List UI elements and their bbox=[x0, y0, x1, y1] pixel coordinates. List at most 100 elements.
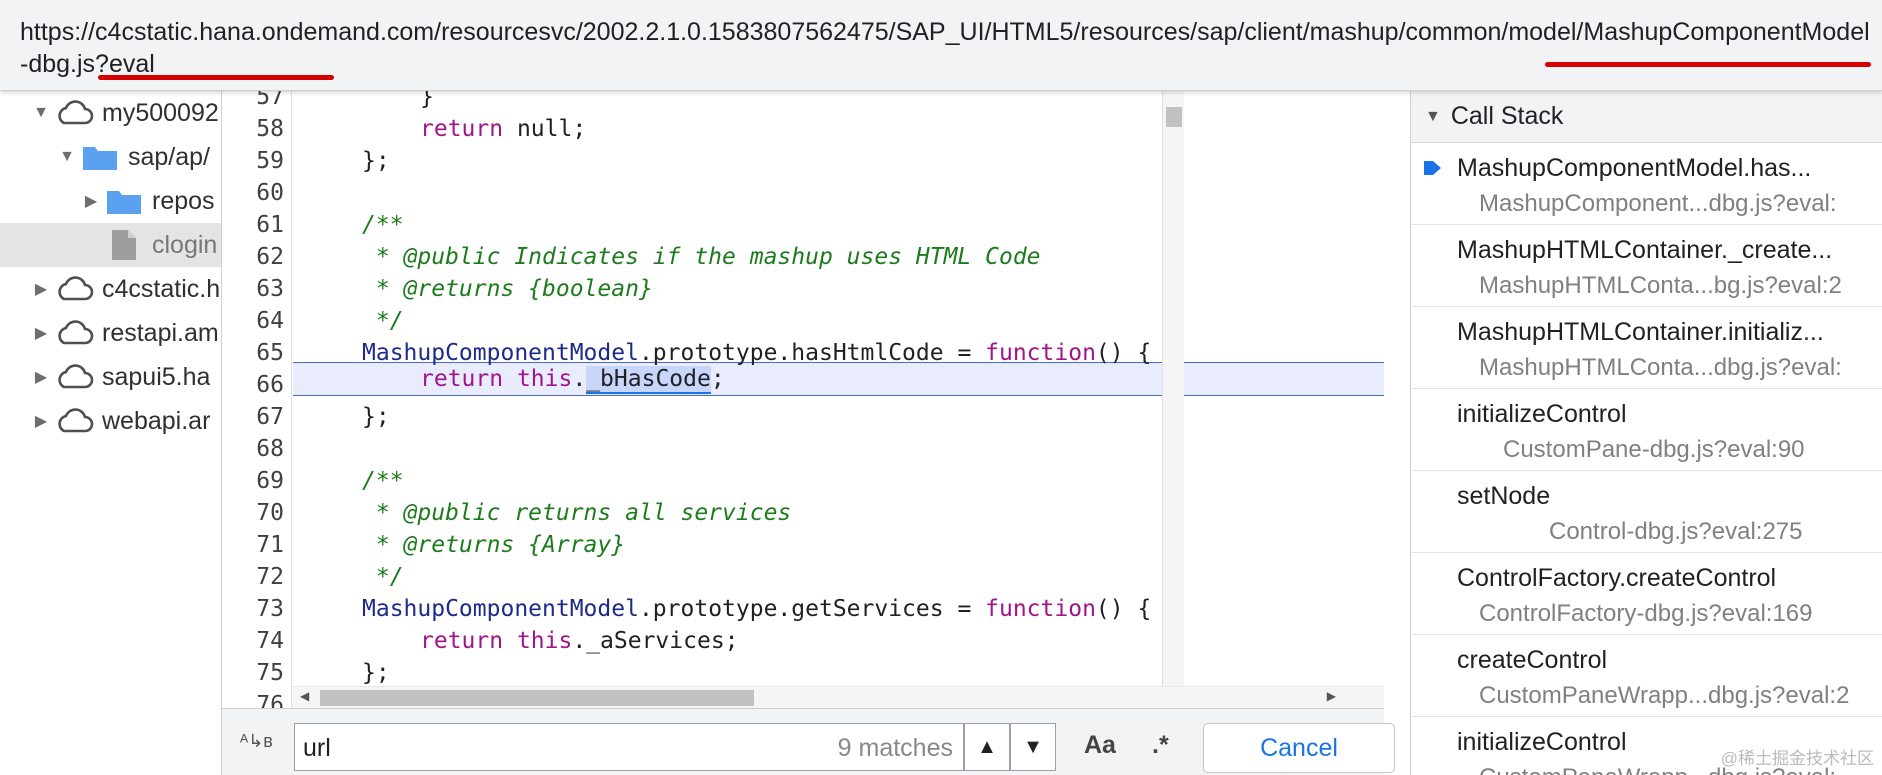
call-frame-location[interactable]: Control-dbg.js?eval:275 bbox=[1549, 518, 1803, 546]
tree-item-sapui5[interactable]: ▶ sapui5.ha bbox=[0, 355, 221, 399]
tree-item-label: restapi.am bbox=[102, 318, 219, 347]
scroll-left-icon[interactable]: ◀ bbox=[300, 689, 309, 703]
code-line-64: */ bbox=[362, 308, 404, 334]
call-frame-function: MashupHTMLContainer.initializ... bbox=[1457, 318, 1824, 346]
scroll-right-icon[interactable]: ▶ bbox=[1327, 689, 1336, 703]
tree-item-label: my500092 bbox=[102, 98, 219, 127]
call-frame-function: MashupHTMLContainer._create... bbox=[1457, 236, 1833, 264]
url-tooltip: https://c4cstatic.hana.ondemand.com/reso… bbox=[0, 0, 1882, 91]
tree-item-clogin[interactable]: clogin bbox=[0, 223, 221, 267]
collapsed-arrow-icon[interactable]: ▶ bbox=[30, 279, 52, 299]
call-frame-function: createControl bbox=[1457, 646, 1608, 674]
collapse-arrow-icon[interactable]: ▼ bbox=[1425, 108, 1441, 126]
collapsed-arrow-icon[interactable]: ▶ bbox=[80, 191, 102, 211]
call-frame-function: initializeControl bbox=[1457, 400, 1627, 428]
collapsed-arrow-icon[interactable]: ▶ bbox=[30, 367, 52, 387]
search-match-count: 9 matches bbox=[837, 734, 953, 762]
line-number[interactable]: 71 bbox=[222, 529, 284, 561]
line-number[interactable]: 66 bbox=[222, 369, 284, 401]
line-number[interactable]: 75 bbox=[222, 657, 284, 689]
replace-toggle-icon[interactable]: ᴬ↳ʙ bbox=[240, 731, 273, 752]
call-frame[interactable]: createControl CustomPaneWrapp...dbg.js?e… bbox=[1411, 636, 1882, 717]
call-frame-location[interactable]: CustomPane-dbg.js?eval:90 bbox=[1503, 436, 1805, 464]
code-line-67: }; bbox=[362, 404, 390, 430]
search-bar: ᴬ↳ʙ url 9 matches ▲ ▼ Aa .* Cancel bbox=[222, 708, 1395, 775]
search-input[interactable]: url 9 matches bbox=[294, 723, 964, 771]
next-match-button[interactable]: ▼ bbox=[1010, 723, 1056, 771]
selected-identifier[interactable]: _bHasCode bbox=[586, 366, 711, 394]
cloud-icon bbox=[52, 362, 96, 392]
line-number[interactable]: 73 bbox=[222, 593, 284, 625]
vertical-scrollbar[interactable]: ▼ bbox=[1162, 91, 1184, 708]
tree-item-label: c4cstatic.h bbox=[102, 274, 221, 303]
scrollbar-thumb[interactable] bbox=[320, 690, 754, 706]
file-icon bbox=[102, 230, 146, 260]
line-number[interactable]: 69 bbox=[222, 465, 284, 497]
call-frame-function: initializeControl bbox=[1457, 728, 1627, 756]
line-number[interactable]: 67 bbox=[222, 401, 284, 433]
call-frame[interactable]: ControlFactory.createControl ControlFact… bbox=[1411, 554, 1882, 635]
scrollbar-thumb[interactable] bbox=[1166, 107, 1182, 127]
call-frame[interactable]: MashupComponentModel.has... MashupCompon… bbox=[1411, 144, 1882, 225]
call-frame-location[interactable]: MashupComponent...dbg.js?eval: bbox=[1479, 190, 1837, 218]
expand-arrow-icon[interactable]: ▼ bbox=[56, 148, 78, 166]
code-line-59: }; bbox=[362, 148, 390, 174]
call-frame[interactable]: setNode Control-dbg.js?eval:275 bbox=[1411, 472, 1882, 553]
line-number-gutter[interactable]: 57 58 59 60 61 62 63 64 65 66 67 68 69 7… bbox=[222, 91, 292, 708]
code-line-70: * @public returns all services bbox=[362, 500, 792, 526]
tree-item-label: webapi.ar bbox=[102, 406, 211, 435]
call-frame-function: ControlFactory.createControl bbox=[1457, 564, 1777, 592]
cloud-icon bbox=[52, 274, 96, 304]
call-frame-location[interactable]: MashupHTMLConta...dbg.js?eval: bbox=[1479, 354, 1842, 382]
call-frame-location[interactable]: ControlFactory-dbg.js?eval:169 bbox=[1479, 600, 1813, 628]
tree-item-restapi[interactable]: ▶ restapi.am bbox=[0, 311, 221, 355]
file-tree-panel: ▼ my500092 ▼ sap/ap/ ▶ repos clogin ▶ c4… bbox=[0, 91, 222, 775]
line-number[interactable]: 72 bbox=[222, 561, 284, 593]
match-case-button[interactable]: Aa bbox=[1084, 731, 1116, 760]
tree-item-my500092[interactable]: ▼ my500092 bbox=[0, 91, 221, 135]
call-frame[interactable]: MashupHTMLContainer.initializ... MashupH… bbox=[1411, 308, 1882, 389]
line-number[interactable]: 65 bbox=[222, 337, 284, 369]
cancel-button[interactable]: Cancel bbox=[1203, 723, 1395, 773]
tree-item-label: sapui5.ha bbox=[102, 362, 211, 391]
line-number[interactable]: 61 bbox=[222, 209, 284, 241]
call-stack-header[interactable]: ▼ Call Stack bbox=[1411, 91, 1882, 143]
chevron-up-icon: ▲ bbox=[977, 735, 997, 758]
tree-item-repos[interactable]: ▶ repos bbox=[0, 179, 221, 223]
line-number[interactable]: 70 bbox=[222, 497, 284, 529]
call-frame-location[interactable]: MashupHTMLConta...bg.js?eval:2 bbox=[1479, 272, 1842, 300]
annotation-underline bbox=[1545, 62, 1871, 67]
line-number[interactable]: 57 bbox=[222, 91, 284, 113]
tree-item-webapi[interactable]: ▶ webapi.ar bbox=[0, 399, 221, 443]
previous-match-button[interactable]: ▲ bbox=[964, 723, 1010, 771]
line-number[interactable]: 76 bbox=[222, 689, 284, 708]
source-editor[interactable]: 57 58 59 60 61 62 63 64 65 66 67 68 69 7… bbox=[222, 91, 1384, 708]
annotation-underline bbox=[98, 75, 334, 80]
line-number[interactable]: 60 bbox=[222, 177, 284, 209]
collapsed-arrow-icon[interactable]: ▶ bbox=[30, 411, 52, 431]
line-number[interactable]: 63 bbox=[222, 273, 284, 305]
line-number[interactable]: 68 bbox=[222, 433, 284, 465]
tree-item-sap-ap[interactable]: ▼ sap/ap/ bbox=[0, 135, 221, 179]
call-frame[interactable]: initializeControl CustomPane-dbg.js?eval… bbox=[1411, 390, 1882, 471]
line-number[interactable]: 74 bbox=[222, 625, 284, 657]
line-number[interactable]: 59 bbox=[222, 145, 284, 177]
line-number[interactable]: 58 bbox=[222, 113, 284, 145]
call-stack-panel: ▼ Call Stack MashupComponentModel.has...… bbox=[1410, 91, 1882, 775]
line-number[interactable]: 64 bbox=[222, 305, 284, 337]
code-line-66: return this._bHasCode; bbox=[420, 366, 725, 394]
call-frame-location[interactable]: CustomPaneWrapp...dbg.js?eval:2 bbox=[1479, 682, 1849, 710]
tree-item-label: sap/ap/ bbox=[128, 142, 211, 171]
expand-arrow-icon[interactable]: ▼ bbox=[30, 104, 52, 122]
code-line-57: } bbox=[420, 91, 434, 110]
line-number[interactable]: 62 bbox=[222, 241, 284, 273]
collapsed-arrow-icon[interactable]: ▶ bbox=[30, 323, 52, 343]
tree-item-c4cstatic[interactable]: ▶ c4cstatic.h bbox=[0, 267, 221, 311]
code-line-58: return null; bbox=[420, 116, 587, 142]
code-line-61: /** bbox=[362, 212, 404, 238]
call-frame[interactable]: MashupHTMLContainer._create... MashupHTM… bbox=[1411, 226, 1882, 307]
regex-button[interactable]: .* bbox=[1152, 731, 1169, 760]
code-line-74: return this._aServices; bbox=[420, 628, 739, 654]
horizontal-scrollbar[interactable]: ◀ ▶ bbox=[292, 686, 1384, 708]
current-frame-arrow-icon bbox=[1424, 161, 1441, 175]
